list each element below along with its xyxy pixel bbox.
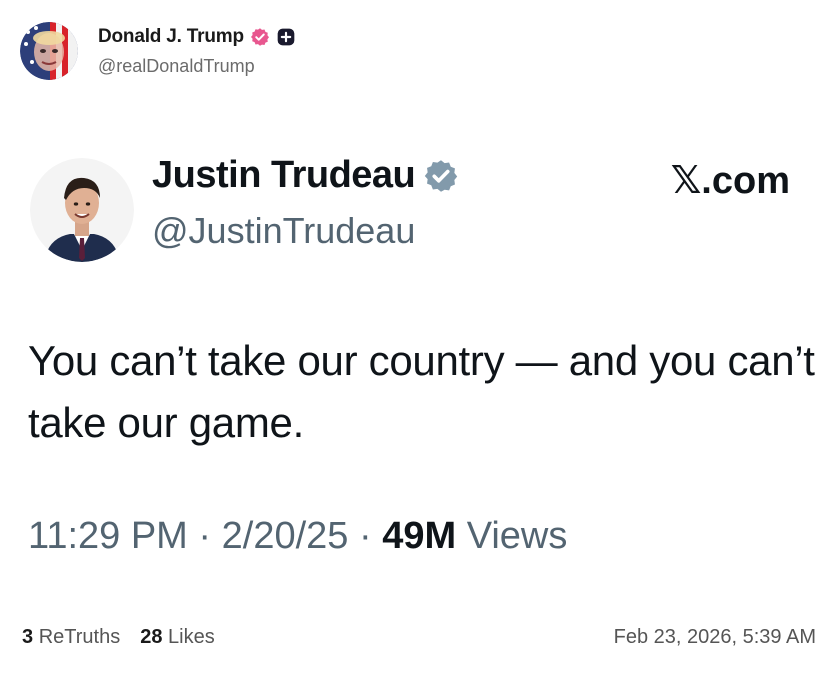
tweet-date: 2/20/25 [221,515,349,557]
quoted-avatar [30,158,134,262]
author-name[interactable]: Donald J. Trump [98,26,244,48]
quoted-tweet-meta: 11:29 PM · 2/20/25 · 49M Views [28,515,567,558]
likes-count: 28 [140,626,163,648]
post-header: Donald J. Trump @realDonaldTrump [20,22,296,80]
plus-badge-icon [277,28,295,45]
meta-separator: · [358,515,372,557]
quoted-author-handle: @JustinTrudeau [152,210,416,251]
verified-badge-icon [425,159,458,192]
views-count: 49M [382,515,457,557]
quoted-author-name: Justin Trudeau [152,154,416,196]
retruths-label: ReTruths [38,626,121,648]
tweet-time: 11:29 PM [28,515,188,557]
author-handle[interactable]: @realDonaldTrump [98,56,296,77]
poster-name-row: Donald J. Trump [98,26,296,48]
truth-post: Donald J. Trump @realDonaldTrump Justin … [0,0,840,680]
quoted-name-row: Justin Trudeau [152,154,459,197]
post-timestamp[interactable]: Feb 23, 2026, 5:39 AM [614,626,816,649]
likes-label: Likes [168,626,215,648]
engagement-stats: 3 ReTruths 28 Likes [22,626,215,649]
retruths-stat[interactable]: 3 ReTruths [22,626,120,649]
source-label: 𝕏.com [670,160,790,202]
quoted-tweet-text: You can’t take our country — and you can… [28,337,815,446]
verified-badge-icon [250,27,269,46]
poster-info: Donald J. Trump @realDonaldTrump [98,26,296,77]
views-label: Views [466,515,568,557]
meta-separator: · [198,515,212,557]
avatar[interactable] [20,22,78,80]
retruths-count: 3 [22,626,34,648]
quoted-avatar-image [30,158,134,262]
avatar-image [20,22,78,80]
likes-stat[interactable]: 28 Likes [140,626,215,649]
